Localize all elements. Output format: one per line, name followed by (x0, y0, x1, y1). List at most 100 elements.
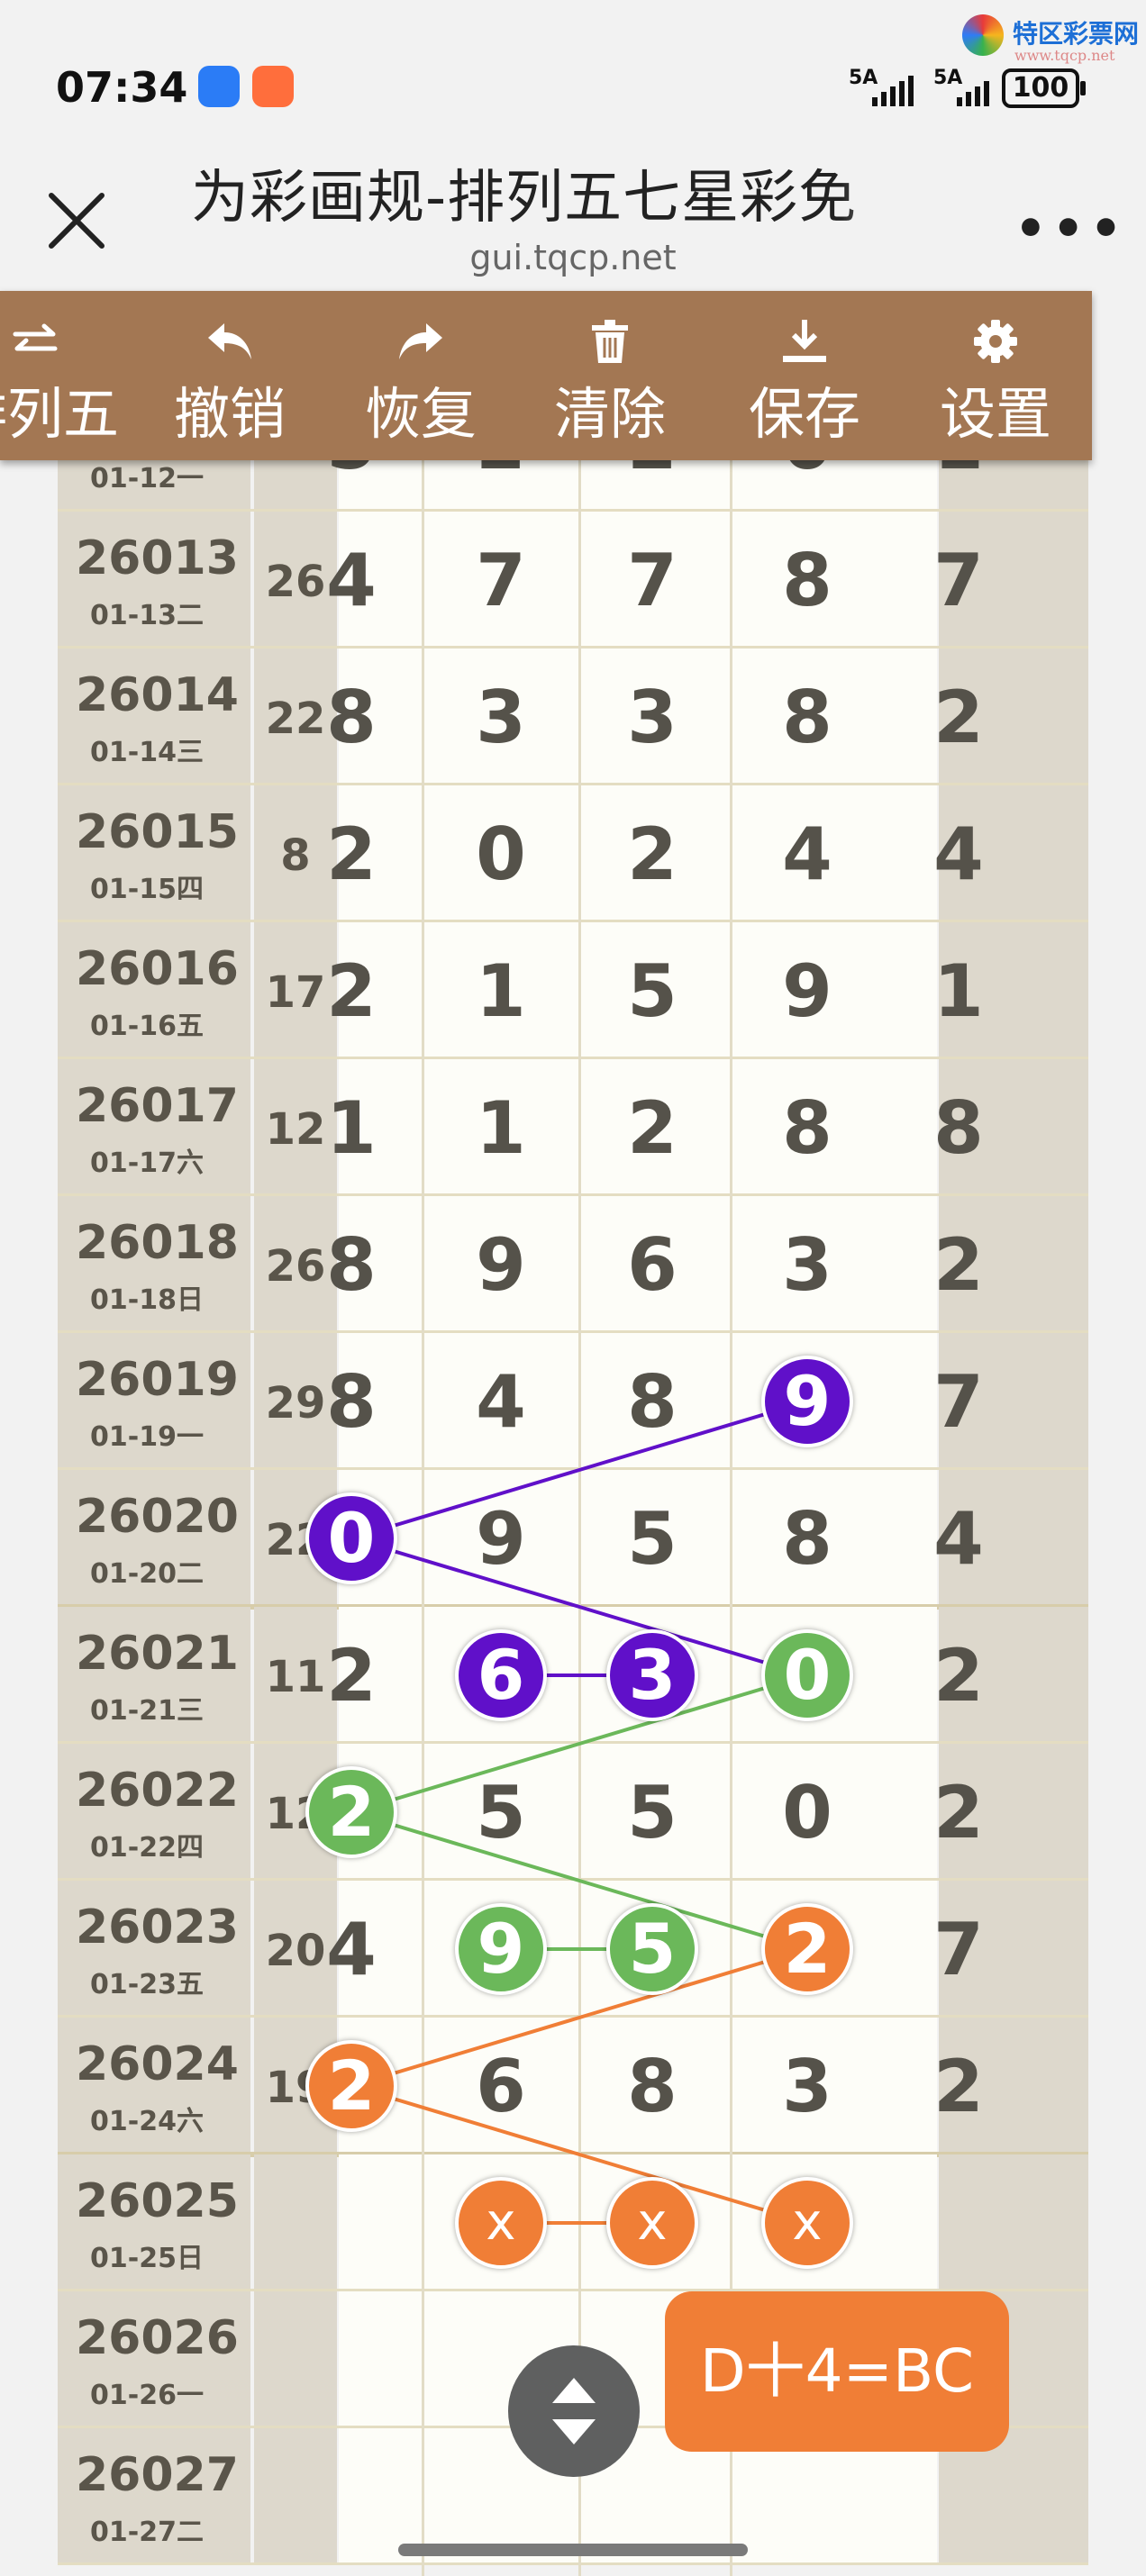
clear-label: 清除 (553, 381, 666, 447)
digit[interactable]: 5 (598, 1499, 706, 1580)
orange-marked-ball[interactable]: 2 (761, 1903, 853, 1995)
issue-number: 26027 (76, 2448, 239, 2502)
digit[interactable]: 2 (598, 1088, 706, 1169)
digit[interactable]: 4 (905, 814, 1013, 895)
digit[interactable]: 7 (905, 540, 1013, 621)
issue-date: 01-22四 (90, 1832, 204, 1864)
table-row: 26023 01-23五 20 4 7 (58, 1881, 1088, 2018)
issue-number: 26016 (76, 942, 239, 996)
green-marked-ball[interactable]: 2 (305, 1766, 397, 1858)
scroll-updown-button[interactable] (508, 2345, 640, 2477)
digit[interactable]: 7 (905, 1909, 1013, 1991)
digit[interactable]: 8 (753, 1499, 861, 1580)
green-marked-ball[interactable]: 9 (455, 1903, 547, 1995)
redo-icon (335, 318, 506, 365)
formula-badge[interactable]: D十4=BC (665, 2291, 1009, 2452)
table-row: 26018 01-18日 26 8 9 6 3 2 (58, 1196, 1088, 1333)
column-divider (730, 432, 732, 2576)
issue-number: 26014 (76, 668, 239, 722)
orange-marked-ball[interactable]: x (455, 2177, 547, 2269)
home-indicator[interactable] (398, 2544, 748, 2556)
digit[interactable]: 6 (447, 2046, 555, 2127)
table-row: 26022 01-22四 12 5 5 0 2 (58, 1744, 1088, 1881)
digit[interactable]: 5 (598, 951, 706, 1032)
digit[interactable]: 8 (297, 677, 405, 758)
last-digit-cell (939, 2154, 1088, 2291)
digit[interactable]: 8 (905, 1088, 1013, 1169)
digit[interactable]: 3 (447, 677, 555, 758)
digit[interactable]: 2 (905, 1225, 1013, 1306)
digit[interactable]: 1 (447, 1088, 555, 1169)
purple-marked-ball[interactable]: 0 (305, 1492, 397, 1584)
digit[interactable]: 7 (598, 540, 706, 621)
digit[interactable]: 1 (297, 1088, 405, 1169)
orange-marked-ball[interactable]: x (761, 2177, 853, 2269)
digit[interactable]: 2 (905, 2046, 1013, 2127)
page-title: 为彩画规-排列五七星彩免 (191, 165, 858, 231)
issue-number: 26013 (76, 531, 239, 585)
redo-button[interactable]: 恢复 (335, 291, 506, 460)
green-marked-ball[interactable]: 0 (761, 1629, 853, 1721)
digit[interactable]: 9 (753, 951, 861, 1032)
undo-button[interactable]: 撤销 (144, 291, 315, 460)
issue-date: 01-16五 (90, 1011, 204, 1042)
digit[interactable]: 2 (905, 677, 1013, 758)
digit[interactable]: 2 (905, 1773, 1013, 1854)
digit[interactable]: 0 (753, 1773, 861, 1854)
issue-number: 26021 (76, 1627, 239, 1681)
clear-button[interactable]: 清除 (524, 291, 696, 460)
lottery-switch-button[interactable]: 排列五 (0, 291, 121, 460)
issue-date: 01-23五 (90, 1969, 204, 2000)
digit[interactable]: 4 (753, 814, 861, 895)
purple-marked-ball[interactable]: 3 (606, 1629, 698, 1721)
digit[interactable]: 2 (297, 814, 405, 895)
signal-icon (957, 74, 989, 106)
digit[interactable]: 7 (447, 540, 555, 621)
issue-date: 01-13二 (90, 600, 204, 631)
issue-date: 01-18日 (90, 1284, 204, 1316)
digit[interactable]: 4 (905, 1499, 1013, 1580)
more-menu-icon[interactable]: ••• (1014, 200, 1127, 259)
digit[interactable]: 8 (753, 540, 861, 621)
digit[interactable]: 1 (905, 951, 1013, 1032)
orange-marked-ball[interactable]: x (606, 2177, 698, 2269)
digit[interactable]: 2 (297, 951, 405, 1032)
digit[interactable]: 4 (297, 540, 405, 621)
green-marked-ball[interactable]: 5 (606, 1903, 698, 1995)
issue-number: 26015 (76, 805, 239, 859)
digit[interactable]: 8 (297, 1362, 405, 1443)
issue-number: 26024 (76, 2037, 239, 2091)
digit[interactable]: 5 (598, 1773, 706, 1854)
purple-marked-ball[interactable]: 6 (455, 1629, 547, 1721)
purple-marked-ball[interactable]: 9 (761, 1356, 853, 1447)
digit[interactable]: 4 (447, 1362, 555, 1443)
issue-number: 26022 (76, 1764, 239, 1818)
issue-number: 26023 (76, 1900, 239, 1955)
digit[interactable]: 9 (447, 1225, 555, 1306)
save-button[interactable]: 保存 (719, 291, 890, 460)
digit[interactable]: 3 (598, 677, 706, 758)
digit[interactable]: 1 (447, 951, 555, 1032)
digit[interactable]: 6 (598, 1225, 706, 1306)
table-row: 26015 01-15四 8 2 0 2 4 4 (58, 785, 1088, 922)
table-row: 26019 01-19一 29 8 4 8 7 (58, 1333, 1088, 1470)
digit[interactable]: 4 (297, 1909, 405, 1991)
orange-marked-ball[interactable]: 2 (305, 2040, 397, 2132)
digit[interactable]: 2 (905, 1636, 1013, 1717)
digit[interactable]: 8 (753, 1088, 861, 1169)
digit[interactable]: 2 (598, 814, 706, 895)
digit[interactable]: 9 (447, 1499, 555, 1580)
digit[interactable]: 8 (598, 1362, 706, 1443)
digit[interactable]: 0 (447, 814, 555, 895)
digit[interactable]: 2 (297, 1636, 405, 1717)
digit[interactable]: 8 (753, 677, 861, 758)
digit[interactable]: 8 (598, 2046, 706, 2127)
digit[interactable]: 3 (753, 2046, 861, 2127)
table-row: 26025 01-25日 (58, 2154, 1088, 2291)
digit[interactable]: 8 (297, 1225, 405, 1306)
settings-button[interactable]: 设置 (910, 291, 1081, 460)
trash-icon (524, 318, 696, 365)
digit[interactable]: 5 (447, 1773, 555, 1854)
digit[interactable]: 7 (905, 1362, 1013, 1443)
digit[interactable]: 3 (753, 1225, 861, 1306)
